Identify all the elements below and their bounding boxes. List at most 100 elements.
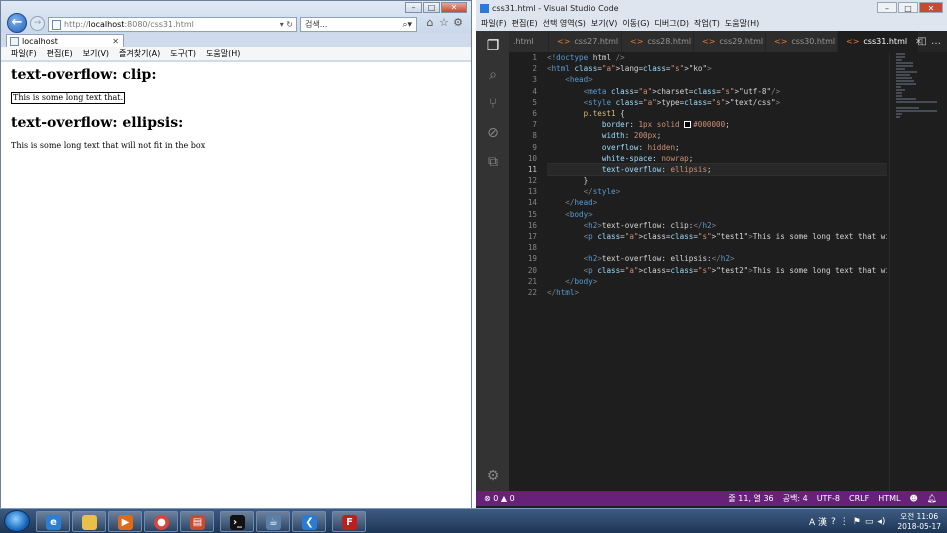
taskbar-media-player-icon[interactable]: ▶ <box>108 511 142 532</box>
line-number: 16 <box>527 220 537 230</box>
color-swatch[interactable] <box>684 121 692 129</box>
minimap[interactable] <box>889 52 947 491</box>
code-line[interactable]: text-overflow: ellipsis; <box>547 162 887 177</box>
code-line[interactable]: <body> <box>547 209 887 220</box>
taskbar-cmd-icon[interactable]: ›_ <box>220 511 254 532</box>
debug-icon[interactable]: ⊘ <box>484 124 502 142</box>
code-line[interactable]: <meta class="a">charset=class="s">"utf-8… <box>547 86 887 97</box>
encoding[interactable]: UTF-8 <box>817 491 840 506</box>
tray-expand-icon[interactable]: ⋮ <box>840 517 849 527</box>
close-button[interactable]: ✕ <box>919 2 943 13</box>
code-editor[interactable]: 1 2 3 4 5 6 7 8 9 10 11 12 13 14 15 16 17 18 19 20 21 22 <!do… <box>509 52 889 491</box>
taskbar-filezilla-icon[interactable]: F <box>332 511 366 532</box>
bell-notification-icon[interactable]: 🔔︎ <box>927 491 937 506</box>
vscode-window-controls: – □ ✕ <box>876 2 943 13</box>
minimize-button[interactable]: – <box>405 2 422 13</box>
code-line[interactable]: <p class="a">class=class="s">"test1">Thi… <box>547 231 887 242</box>
menu-file[interactable]: 파일(F) <box>481 17 507 31</box>
code-line[interactable]: p.test1 { <box>547 108 887 119</box>
explorer-files-icon[interactable]: ❐ <box>484 37 502 55</box>
indentation[interactable]: 공백: 4 <box>783 491 808 506</box>
code-line[interactable]: border: 1px solid #000000; <box>547 119 887 130</box>
menu-file[interactable]: 파일(F) <box>11 47 37 60</box>
favorites-star-icon[interactable]: ☆ <box>437 16 451 30</box>
maximize-button[interactable]: □ <box>423 2 440 13</box>
cursor-position[interactable]: 줄 11, 열 36 <box>728 491 773 506</box>
code-line[interactable]: width: 200px; <box>547 130 887 141</box>
code-line[interactable]: </html> <box>547 287 887 298</box>
close-button[interactable]: ✕ <box>441 2 467 13</box>
address-bar[interactable]: http://localhost:8080/css31.html ▾ ↻ <box>48 17 297 32</box>
menu-help[interactable]: 도움말(H) <box>206 47 240 60</box>
tab-file-5-active[interactable]: <> css31.html ✕ <box>838 31 922 52</box>
ie-tab-localhost[interactable]: localhost ✕ <box>6 34 124 48</box>
tab-file-3[interactable]: <> css29.html <box>694 31 766 52</box>
menu-view[interactable]: 보기(V) <box>591 17 617 31</box>
clock[interactable]: 오전 11:06 2018-05-17 <box>897 512 941 532</box>
gear-icon[interactable]: ⚙ <box>484 467 502 485</box>
refresh-icon[interactable]: ▾ ↻ <box>280 19 293 31</box>
gear-icon[interactable]: ⚙ <box>451 16 465 30</box>
line-number: 6 <box>532 108 537 118</box>
code-lines[interactable]: <!doctype html /> <html class="a">lang=cl… <box>547 52 887 298</box>
back-button[interactable]: ← <box>7 13 27 33</box>
menu-tools[interactable]: 도구(T) <box>170 47 196 60</box>
problems-indicator[interactable]: ⊗ 0 ▲ 0 <box>484 491 515 506</box>
search-icon[interactable]: ⌕ <box>484 66 502 84</box>
flag-icon[interactable]: ⚑ <box>853 517 861 527</box>
end-of-line[interactable]: CRLF <box>849 491 869 506</box>
code-line[interactable]: <html class="a">lang=class="s">"ko"> <box>547 63 887 74</box>
tab-file-0[interactable]: .html <box>509 31 549 52</box>
code-line[interactable]: <!doctype html /> <box>547 52 887 63</box>
taskbar-java-icon[interactable]: ☕︎ <box>256 511 290 532</box>
code-line[interactable]: <h2>text-overflow: ellipsis:</h2> <box>547 253 887 264</box>
code-line[interactable]: <head> <box>547 74 887 85</box>
taskbar-ie-icon[interactable]: e <box>36 511 70 532</box>
tab-file-4[interactable]: <> css30.html <box>766 31 838 52</box>
taskbar-explorer-folder-icon[interactable] <box>72 511 106 532</box>
code-line[interactable]: <p class="a">class=class="s">"test2">Thi… <box>547 265 887 276</box>
search-box[interactable]: 검색... ⌕▾ <box>300 17 417 32</box>
code-line[interactable]: </style> <box>547 186 887 197</box>
menu-view[interactable]: 보기(V) <box>83 47 109 60</box>
taskbar-chrome-icon[interactable]: ● <box>144 511 178 532</box>
tab-file-2[interactable]: <> css28.html <box>622 31 694 52</box>
menu-favorites[interactable]: 즐겨찾기(A) <box>119 47 160 60</box>
ime-indicator[interactable]: A 漢 <box>809 515 827 528</box>
taskbar-vscode-icon[interactable]: ❮ <box>292 511 326 532</box>
code-line[interactable]: </head> <box>547 197 887 208</box>
code-line[interactable]: <style class="a">type=class="s">"text/cs… <box>547 97 887 108</box>
menu-go[interactable]: 이동(G) <box>622 17 649 31</box>
code-line[interactable]: } <box>547 175 887 186</box>
split-editor-icon[interactable]: ◫ <box>915 31 929 52</box>
smiley-feedback-icon[interactable]: ☻ <box>910 491 918 506</box>
minimap-line <box>896 68 906 70</box>
tab-file-1[interactable]: <> css27.html <box>549 31 622 52</box>
minimize-button[interactable]: – <box>877 2 897 13</box>
menu-selection[interactable]: 선택 영역(S) <box>543 17 586 31</box>
taskbar-app-icon[interactable]: ▤ <box>180 511 214 532</box>
menu-help[interactable]: 도움말(H) <box>725 17 759 31</box>
network-icon[interactable]: ▭ <box>865 517 874 527</box>
menu-debug[interactable]: 디버그(D) <box>655 17 689 31</box>
more-actions-icon[interactable]: … <box>929 31 943 52</box>
forward-button[interactable]: → <box>30 16 45 31</box>
code-line[interactable] <box>547 242 887 253</box>
source-control-icon[interactable]: ⑂ <box>484 95 502 113</box>
home-icon[interactable]: ⌂ <box>423 16 437 30</box>
code-line[interactable]: </body> <box>547 276 887 287</box>
minimap-line <box>896 110 938 112</box>
code-line[interactable]: overflow: hidden; <box>547 142 887 153</box>
start-button[interactable] <box>4 510 30 532</box>
volume-icon[interactable]: ◂) <box>877 517 885 527</box>
help-icon[interactable]: ? <box>831 517 836 527</box>
language-mode[interactable]: HTML <box>878 491 900 506</box>
code-line[interactable]: <h2>text-overflow: clip:</h2> <box>547 220 887 231</box>
code-line[interactable]: white-space: nowrap; <box>547 153 887 164</box>
menu-edit[interactable]: 편집(E) <box>47 47 73 60</box>
maximize-button[interactable]: □ <box>898 2 918 13</box>
menu-tasks[interactable]: 작업(T) <box>694 17 720 31</box>
search-icon[interactable]: ⌕▾ <box>402 19 412 31</box>
menu-edit[interactable]: 편집(E) <box>512 17 538 31</box>
extensions-icon[interactable]: ⧉ <box>484 153 502 171</box>
